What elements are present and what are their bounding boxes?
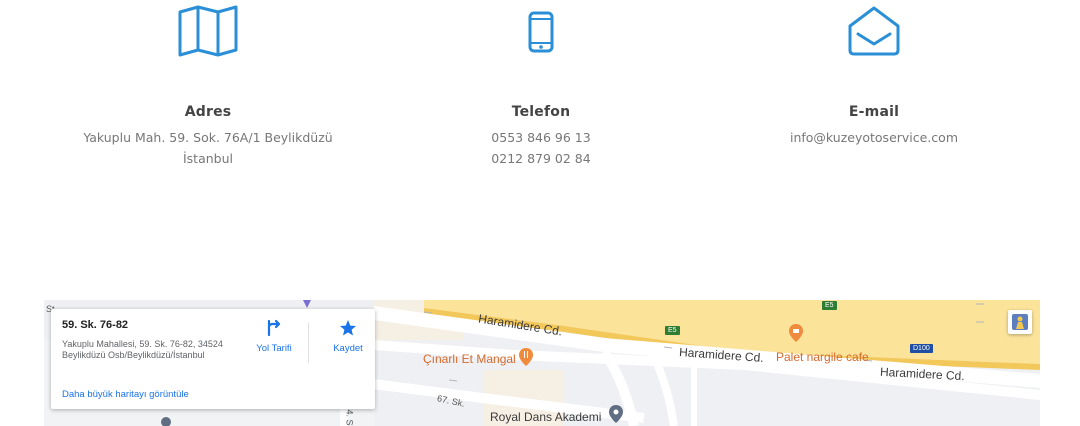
smartphone-icon <box>528 11 554 53</box>
cafe-pin-icon[interactable] <box>789 324 803 342</box>
map-icon <box>178 5 238 57</box>
email-section: E-mail info@kuzeyotoservice.com <box>714 0 1034 148</box>
place-title: 59. Sk. 76-82 <box>62 319 129 331</box>
directions-icon <box>267 319 281 337</box>
email-line-1[interactable]: info@kuzeyotoservice.com <box>714 127 1034 148</box>
phone-line-2: 0212 879 02 84 <box>491 151 591 166</box>
embedded-map[interactable]: Haramidere Cd. Haramidere Cd. Haramidere… <box>44 300 1040 426</box>
directions-label: Yol Tarifi <box>256 343 292 354</box>
poi-cafe-label[interactable]: Palet nargile cafe <box>776 350 869 364</box>
phone-title: Telefon <box>511 104 571 120</box>
phone-section: Telefon 0553 846 96 13 0212 879 02 84 <box>381 0 701 169</box>
directions-button[interactable]: Yol Tarifi <box>248 319 300 354</box>
save-label: Kaydet <box>333 343 363 354</box>
larger-map-link[interactable]: Daha büyük haritayı görüntüle <box>62 389 189 400</box>
address-section: Adres Yakuplu Mah. 59. Sok. 76A/1 Beylik… <box>48 0 368 169</box>
restaurant-pin-icon[interactable] <box>519 348 533 366</box>
highway-badge-e5-top: E5 <box>822 301 837 310</box>
card-divider <box>308 323 309 363</box>
save-button[interactable]: Kaydet <box>322 319 374 354</box>
highway-badge-d100: D100 <box>910 344 933 353</box>
envelope-icon <box>848 6 900 56</box>
email-title: E-mail <box>848 104 900 120</box>
place-address: Yakuplu Mahallesi, 59. Sk. 76-82, 34524 … <box>62 339 223 360</box>
street-view-button[interactable] <box>1008 310 1032 334</box>
address-line-1: Yakuplu Mah. 59. Sok. 76A/1 Beylikdüzü <box>83 130 333 145</box>
star-icon <box>340 320 356 336</box>
highway-badge-e5-mid: E5 <box>665 326 680 335</box>
map-info-card: 59. Sk. 76-82 Yakuplu Mahallesi, 59. Sk.… <box>51 309 375 409</box>
poi-dance-label[interactable]: Royal Dans Akademi <box>490 410 601 424</box>
address-line-2: İstanbul <box>182 151 233 166</box>
address-title: Adres <box>184 104 232 120</box>
phone-line-1: 0553 846 96 13 <box>491 130 591 145</box>
poi-grill-label[interactable]: Çınarlı Et Mangal <box>423 352 516 366</box>
place-pin-icon[interactable] <box>609 405 623 423</box>
pegman-icon <box>1012 314 1028 330</box>
